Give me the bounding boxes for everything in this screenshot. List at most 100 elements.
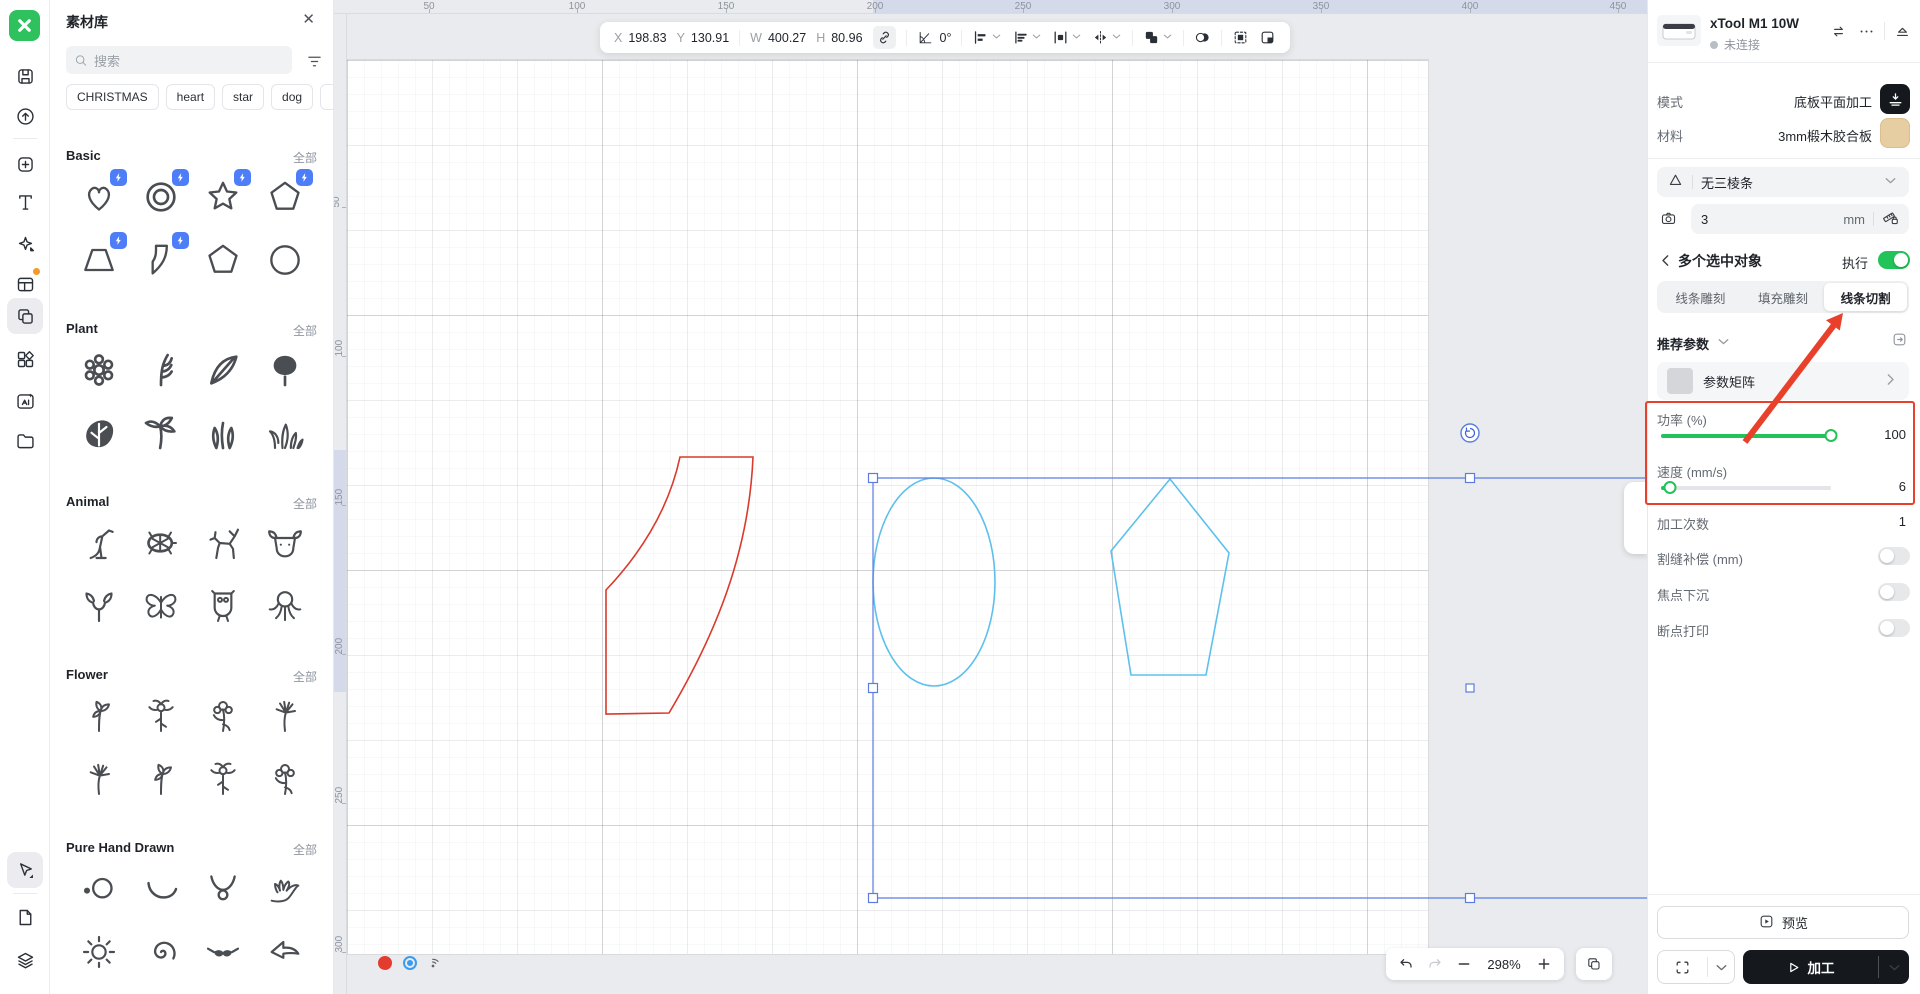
sidebar-item-magic[interactable]	[7, 226, 43, 262]
library-item-flower-c[interactable]	[259, 753, 311, 805]
kerf-toggle[interactable]	[1878, 547, 1910, 565]
lock-ratio-icon[interactable]	[872, 26, 896, 49]
share-icon[interactable]	[428, 955, 444, 971]
library-item-trapezoid[interactable]	[73, 232, 127, 286]
library-item-flower-b[interactable]	[197, 753, 249, 805]
section-all-link[interactable]: 全部	[293, 841, 317, 858]
measure-lock-icon[interactable]	[1882, 209, 1899, 229]
sidebar-item-shapes[interactable]	[7, 298, 43, 334]
sidebar-item-template[interactable]	[7, 266, 43, 302]
library-item-palm-tree[interactable]	[135, 407, 187, 459]
library-item-doodle-dots[interactable]	[73, 863, 125, 915]
library-item-flower-d[interactable]	[259, 690, 311, 742]
library-item-doodle-arc[interactable]	[135, 863, 187, 915]
crop-button[interactable]	[1259, 29, 1276, 46]
library-item-wheat[interactable]	[135, 344, 187, 396]
xtool-logo[interactable]	[9, 10, 40, 41]
eject-device-icon[interactable]	[1894, 23, 1911, 43]
process-button[interactable]: 加工	[1743, 950, 1909, 984]
tag-chip[interactable]: star	[222, 84, 265, 110]
library-item-crane[interactable]	[73, 517, 125, 569]
rotation-field[interactable]: 0°	[917, 29, 951, 46]
prism-select[interactable]: 无三棱条	[1657, 167, 1909, 197]
library-item-flower-a[interactable]	[135, 753, 187, 805]
library-item-deer[interactable]	[197, 517, 249, 569]
zoom-out-button[interactable]	[1456, 956, 1472, 972]
sidebar-item-apps[interactable]	[7, 341, 43, 377]
align-objects-button[interactable]	[972, 29, 1002, 46]
redo-button[interactable]	[1427, 956, 1443, 972]
thickness-input[interactable]: 3 mm	[1691, 204, 1909, 234]
sidebar-item-layers[interactable]	[7, 942, 43, 978]
focus-toggle[interactable]	[1878, 583, 1910, 601]
library-item-grass[interactable]	[259, 407, 311, 459]
zoom-in-button[interactable]	[1536, 956, 1552, 972]
library-item-flower-mandala[interactable]	[73, 344, 125, 396]
library-item-heart[interactable]	[73, 169, 127, 223]
library-item-doodle-hand[interactable]	[259, 863, 311, 915]
library-item-tree[interactable]	[259, 344, 311, 396]
library-item-doodle-necklace[interactable]	[197, 863, 249, 915]
zoom-level[interactable]: 298%	[1485, 957, 1523, 972]
tab-line-engrave[interactable]: 线条雕刻	[1659, 283, 1742, 311]
tab-line-cut[interactable]: 线条切割	[1824, 283, 1908, 311]
frame-button[interactable]	[1657, 950, 1735, 984]
library-item-doodle-glasses[interactable]	[197, 926, 249, 978]
tag-chip[interactable]: dog	[271, 84, 314, 110]
library-item-doodle-arrow[interactable]	[259, 926, 311, 978]
mode-value[interactable]: 底板平面加工	[1794, 92, 1872, 111]
section-all-link[interactable]: 全部	[293, 149, 317, 166]
library-item-doodle-spiral[interactable]	[135, 926, 187, 978]
library-item-flower-d[interactable]	[73, 753, 125, 805]
library-item-circle[interactable]	[259, 234, 311, 286]
library-item-pentagon[interactable]	[259, 169, 313, 223]
panel-collapse-tab[interactable]	[1624, 482, 1647, 554]
tag-chip[interactable]: CHRISTMAS	[66, 84, 159, 110]
camera-measure-icon[interactable]	[1660, 210, 1677, 230]
library-item-star[interactable]	[197, 169, 251, 223]
y-position-field[interactable]: Y 130.91	[677, 31, 730, 45]
passes-value[interactable]: 1	[1899, 514, 1906, 529]
library-item-doodle-sun[interactable]	[73, 926, 125, 978]
undo-button[interactable]	[1398, 956, 1414, 972]
center-horizontal-button[interactable]	[1052, 29, 1082, 46]
trace-button[interactable]	[1232, 29, 1249, 46]
sidebar-item-page[interactable]	[7, 899, 43, 935]
library-item-flower-c[interactable]	[197, 690, 249, 742]
width-field[interactable]: W 400.27	[750, 31, 806, 45]
execute-toggle[interactable]	[1878, 251, 1910, 269]
library-item-monstera[interactable]	[73, 407, 125, 459]
library-item-butterfly[interactable]	[135, 580, 187, 632]
close-icon[interactable]: ✕	[302, 10, 315, 28]
library-item-buffalo[interactable]	[259, 517, 311, 569]
sidebar-item-folder[interactable]	[7, 423, 43, 459]
library-item-owl[interactable]	[197, 580, 249, 632]
library-item-pentagon[interactable]	[197, 234, 249, 286]
tag-chip-partial[interactable]	[320, 84, 333, 110]
material-swatch[interactable]	[1880, 118, 1910, 148]
back-icon[interactable]	[1657, 252, 1674, 272]
duplicate-canvas-button[interactable]	[1576, 948, 1612, 980]
record-dot-red[interactable]	[378, 956, 392, 970]
height-field[interactable]: H 80.96	[816, 31, 862, 45]
material-value[interactable]: 3mm椴木胶合板	[1778, 126, 1872, 145]
section-all-link[interactable]: 全部	[293, 668, 317, 685]
library-item-ring[interactable]	[135, 169, 189, 223]
library-item-octopus[interactable]	[259, 580, 311, 632]
mask-button[interactable]	[1194, 29, 1211, 46]
mode-button[interactable]	[1880, 84, 1910, 114]
switch-device-icon[interactable]	[1830, 23, 1847, 43]
sidebar-item-plus[interactable]	[7, 146, 43, 182]
recommended-params[interactable]: 推荐参数	[1657, 333, 1732, 353]
section-all-link[interactable]: 全部	[293, 495, 317, 512]
filter-icon[interactable]	[303, 50, 325, 72]
artboard[interactable]	[346, 59, 1429, 955]
parameter-matrix-row[interactable]: 参数矩阵	[1657, 362, 1909, 400]
speed-slider[interactable]	[1661, 481, 1831, 494]
breakpoint-toggle[interactable]	[1878, 619, 1910, 637]
power-slider[interactable]	[1661, 429, 1838, 442]
flip-horizontal-button[interactable]	[1092, 29, 1122, 46]
tag-chip[interactable]: heart	[165, 84, 216, 110]
sidebar-item-upload[interactable]	[7, 98, 43, 134]
tab-fill-engrave[interactable]: 填充雕刻	[1742, 283, 1825, 311]
